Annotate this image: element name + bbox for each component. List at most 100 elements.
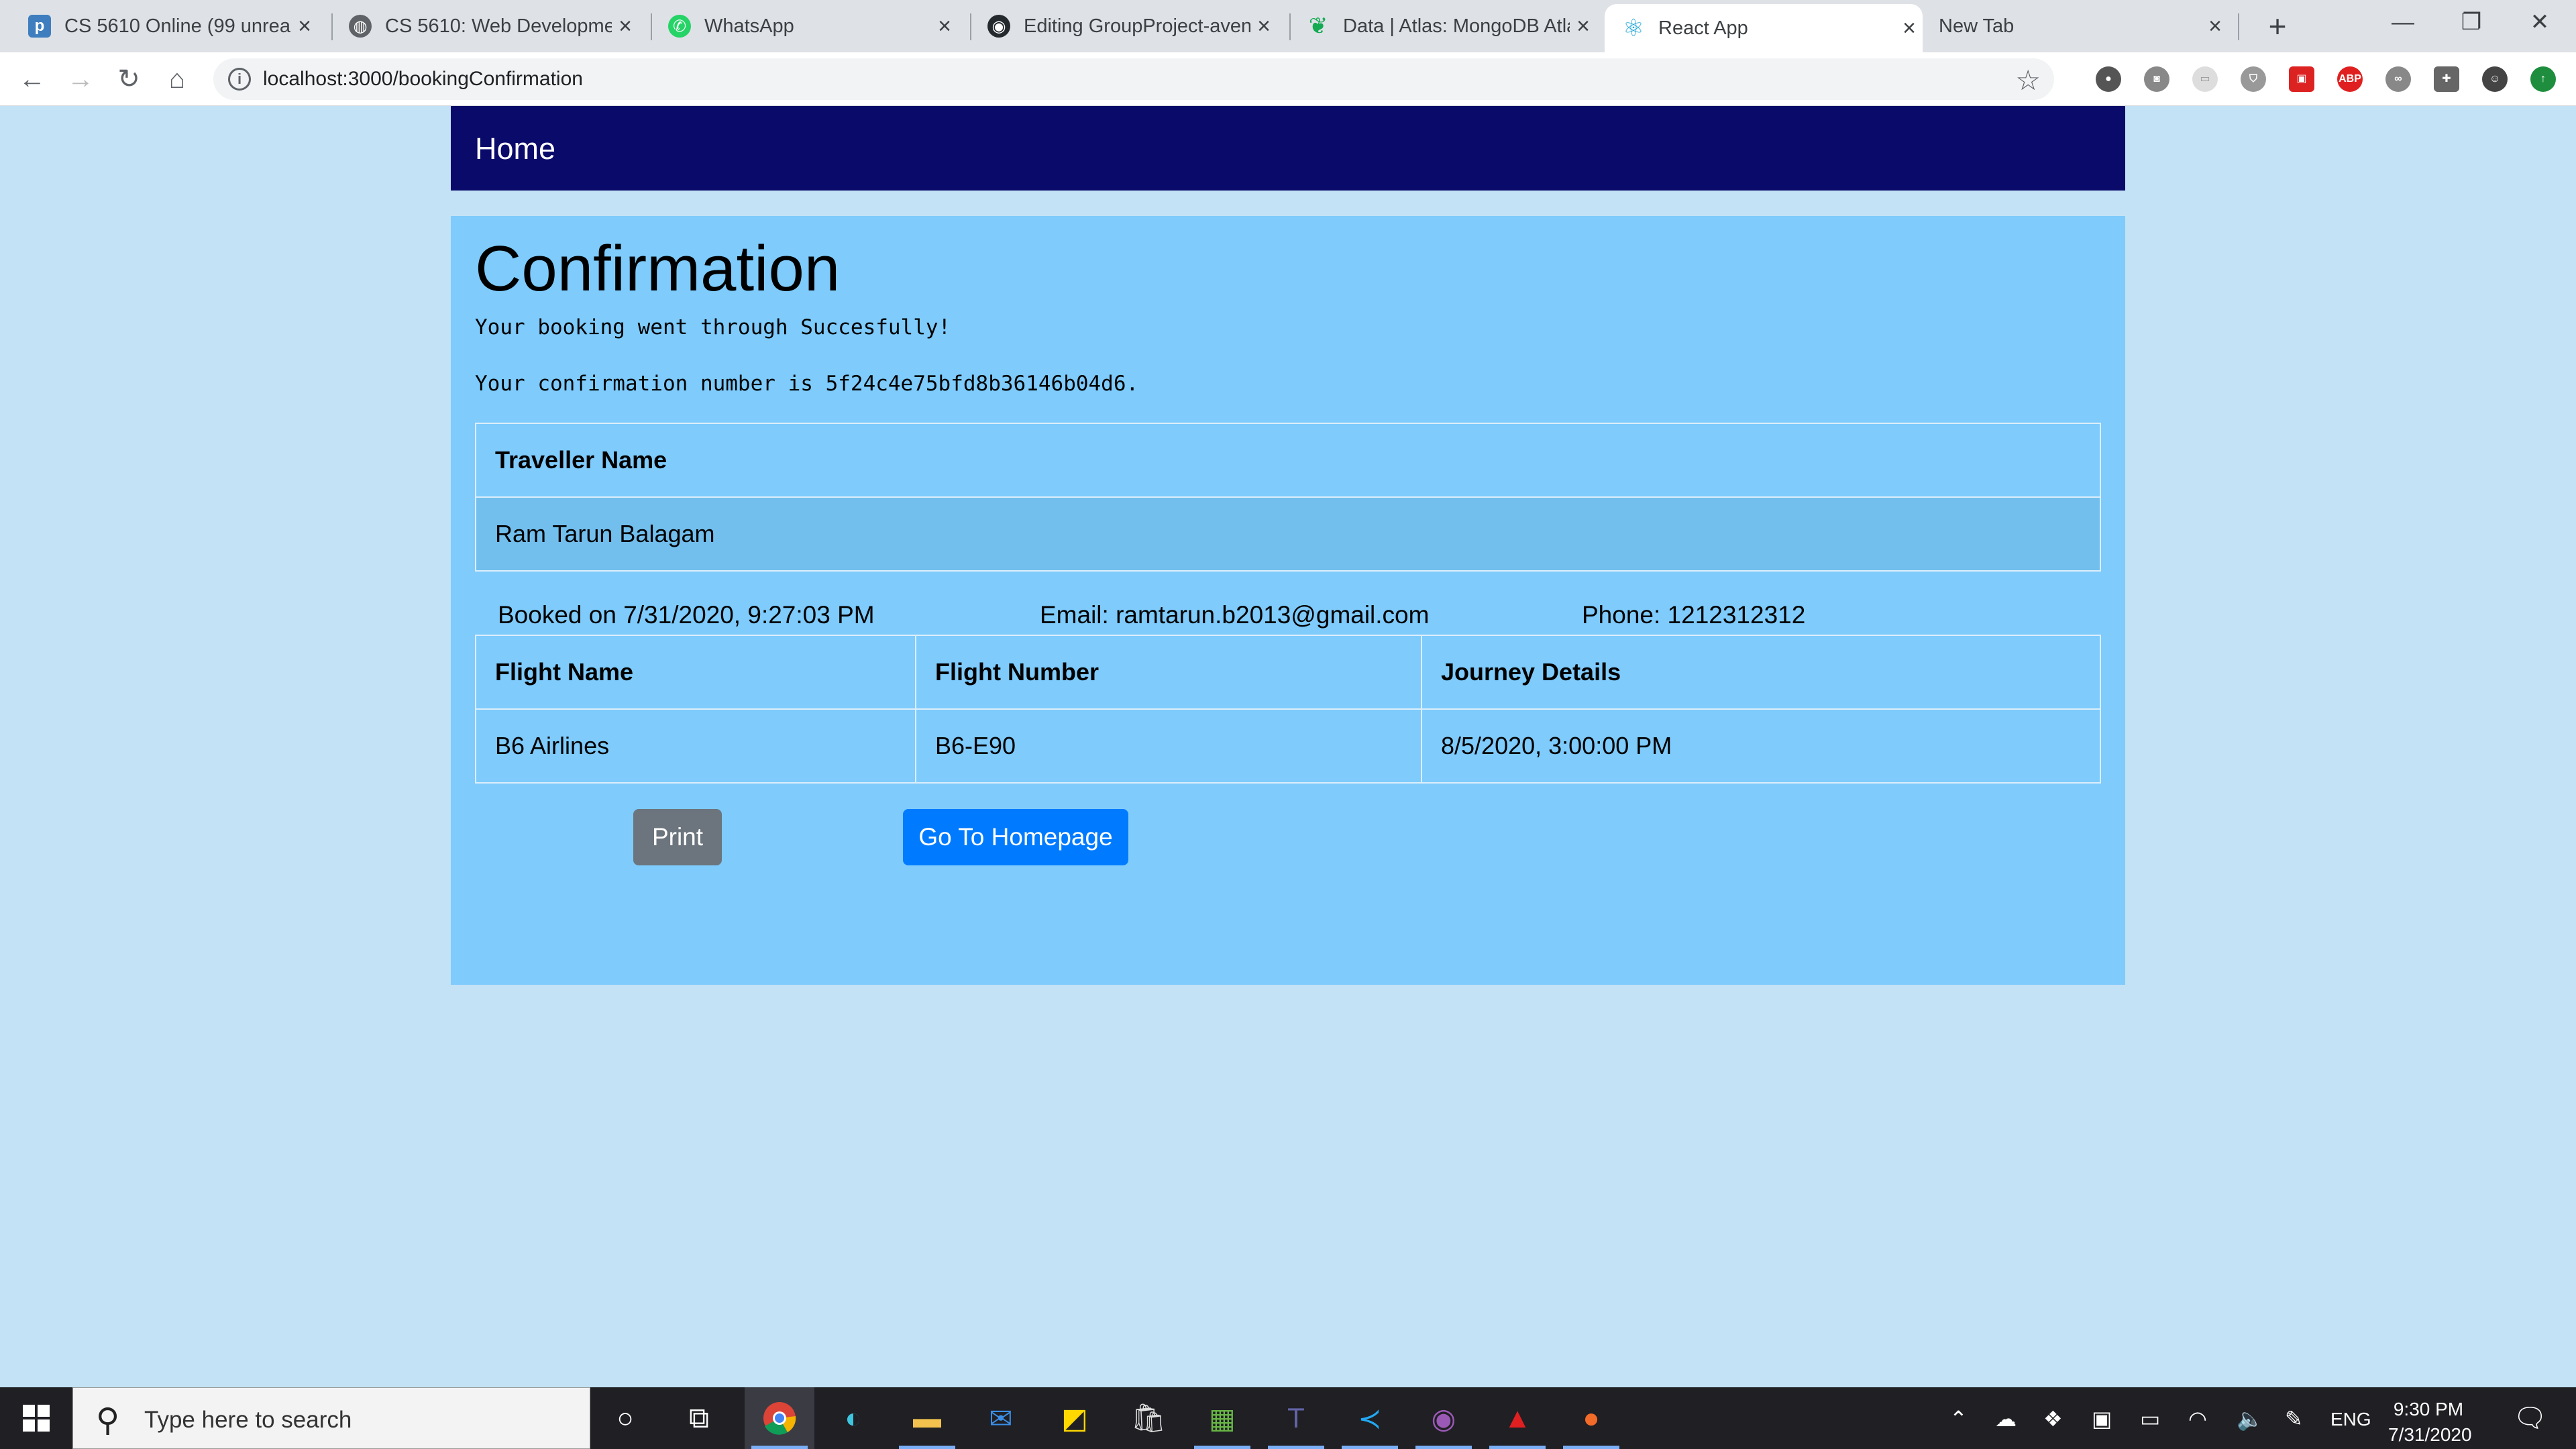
globe-icon: ◍ [349,15,372,38]
taskbar-clock[interactable]: 9:30 PM 7/31/2020 [2388,1397,2472,1448]
chrome-icon[interactable] [751,1397,808,1449]
forward-icon[interactable]: → [63,62,98,97]
flight-number-cell: B6-E90 [915,708,1422,784]
extension-icon[interactable]: ∞ [2385,66,2411,92]
sticky-notes-icon[interactable]: ◩ [1053,1397,1096,1440]
piazza-icon: p [28,15,51,38]
phone-text: Phone: 1212312312 [1582,601,1806,629]
edge-icon[interactable]: ◐ [832,1397,875,1440]
search-placeholder: Type here to search [144,1407,352,1433]
shield-extension-icon[interactable]: ⛉ [2241,66,2266,92]
store-icon[interactable]: 🛍 [1127,1397,1170,1440]
extension-icon[interactable]: ▣ [2289,66,2314,92]
close-icon[interactable]: × [2202,13,2229,40]
flight-number-header: Flight Number [915,635,1422,710]
taskbar-search-box[interactable]: ⚲ Type here to search [72,1387,590,1449]
flight-name-cell: B6 Airlines [475,708,916,784]
journey-details-header: Journey Details [1421,635,2101,710]
volume-icon[interactable]: 🔈 [2237,1406,2263,1432]
table-row: B6 Airlines B6-E90 8/5/2020, 3:00:00 PM [475,708,2101,784]
close-icon[interactable]: × [931,13,958,40]
vscode-icon[interactable]: ≺ [1342,1397,1398,1449]
sheets-app-icon[interactable]: ▦ [1194,1397,1250,1449]
clock-time: 9:30 PM [2393,1399,2464,1419]
pen-icon[interactable]: ✎ [2285,1406,2303,1432]
bookmark-star-icon[interactable]: ☆ [2015,64,2041,97]
booked-on-text: Booked on 7/31/2020, 9:27:03 PM [498,601,875,629]
close-icon[interactable]: × [1250,13,1277,40]
email-text: Email: ramtarun.b2013@gmail.com [1040,601,1430,629]
reload-icon[interactable]: ↻ [111,62,146,97]
tray-app-icon[interactable]: ▣ [2092,1406,2112,1432]
mail-icon[interactable]: ✉ [979,1397,1022,1440]
extension-icon[interactable]: ● [2096,66,2121,92]
go-to-homepage-button[interactable]: Go To Homepage [903,809,1128,865]
close-icon[interactable]: × [1896,15,1923,42]
browser-toolbar: ← → ↻ ⌂ i localhost:3000/bookingConfirma… [0,52,2576,106]
profile-avatar[interactable]: ☺ [2482,66,2508,92]
close-icon[interactable]: × [1570,13,1597,40]
page-content: Home Confirmation Your booking went thro… [0,106,2576,1387]
mongodb-leaf-icon: ❦ [1308,13,1328,39]
traveller-name-cell: Ram Tarun Balagam [475,496,2101,572]
flight-table: Flight Name Flight Number Journey Detail… [475,635,2101,784]
battery-icon[interactable]: ▭ [2140,1406,2160,1432]
page-title: Confirmation [475,233,841,305]
tab-piazza[interactable]: p CS 5610 Online (99 unread) × [13,0,318,52]
table-row: Ram Tarun Balagam [475,496,2101,572]
github-icon: ◉ [987,15,1010,38]
whatsapp-icon: ✆ [668,15,691,38]
start-button[interactable] [0,1387,72,1449]
print-button[interactable]: Print [633,809,722,865]
tab-mongodb[interactable]: ❦ Data | Atlas: MongoDB Atla × [1292,0,1597,52]
extensions-puzzle-icon[interactable]: ✚ [2434,66,2459,92]
adblock-plus-icon[interactable]: ABP [2337,66,2363,92]
address-url[interactable]: localhost:3000/bookingConfirmation [263,68,583,91]
tab-whatsapp[interactable]: ✆ WhatsApp × [653,0,958,52]
close-window-button[interactable]: ✕ [2506,0,2573,47]
top-navbar: Home [451,106,2125,191]
close-icon[interactable]: × [612,13,639,40]
windows-logo-icon [23,1405,50,1432]
dropbox-icon[interactable]: ❖ [2043,1406,2063,1432]
minimize-button[interactable]: — [2369,0,2436,47]
site-info-icon[interactable]: i [228,68,251,91]
file-explorer-icon[interactable]: ▬ [899,1397,955,1449]
github-desktop-icon[interactable]: ◉ [1415,1397,1472,1449]
screenshot-extension-icon[interactable]: ◙ [2144,66,2169,92]
tab-github[interactable]: ◉ Editing GroupProject-aveng × [973,0,1277,52]
react-icon: ⚛ [1622,14,1645,42]
windows-taskbar: ⚲ Type here to search ○ ⧉ ◐ ▬ ✉ ◩ 🛍 ▦ T … [0,1387,2576,1449]
success-message: Your booking went through Succesfully! [475,315,951,339]
show-hidden-icons-chevron[interactable]: ⌃ [1949,1406,1968,1432]
onedrive-icon[interactable]: ☁ [1995,1406,2017,1432]
browser-tab-strip: p CS 5610 Online (99 unread) × ◍ CS 5610… [0,0,2576,52]
teams-icon[interactable]: T [1268,1397,1324,1449]
close-icon[interactable]: × [291,13,318,40]
traveller-name-header: Traveller Name [475,423,2101,498]
confirmation-number: Your confirmation number is 5f24c4e75bfd… [475,372,1139,396]
notifications-icon[interactable]: 🗨 [2513,1402,2547,1434]
tab-new-tab[interactable]: New Tab × [1924,0,2229,52]
restore-button[interactable]: ❐ [2438,0,2505,47]
tab-react-app[interactable]: ⚛ React App × [1605,4,1923,52]
tab-cs5610[interactable]: ◍ CS 5610: Web Development × [334,0,639,52]
postman-icon[interactable]: ● [1563,1397,1619,1449]
language-indicator[interactable]: ENG [2330,1409,2371,1430]
extension-icon[interactable]: ▭ [2192,66,2218,92]
update-icon[interactable]: ↑ [2530,66,2556,92]
journey-details-cell: 8/5/2020, 3:00:00 PM [1421,708,2101,784]
back-icon[interactable]: ← [15,62,50,97]
navbar-home-link[interactable]: Home [475,131,555,166]
new-tab-button[interactable]: + [2261,9,2294,43]
flight-name-header: Flight Name [475,635,916,710]
task-view-icon[interactable]: ⧉ [678,1397,720,1440]
address-bar[interactable]: i localhost:3000/bookingConfirmation ☆ [213,58,2054,100]
cortana-icon[interactable]: ○ [604,1397,647,1440]
clock-date: 7/31/2020 [2388,1424,2472,1445]
wifi-icon[interactable]: ◠ [2188,1406,2207,1432]
acrobat-icon[interactable]: ▲ [1489,1397,1546,1449]
search-icon: ⚲ [96,1403,120,1438]
home-icon[interactable]: ⌂ [160,62,195,97]
traveller-table: Traveller Name Ram Tarun Balagam [475,423,2101,572]
